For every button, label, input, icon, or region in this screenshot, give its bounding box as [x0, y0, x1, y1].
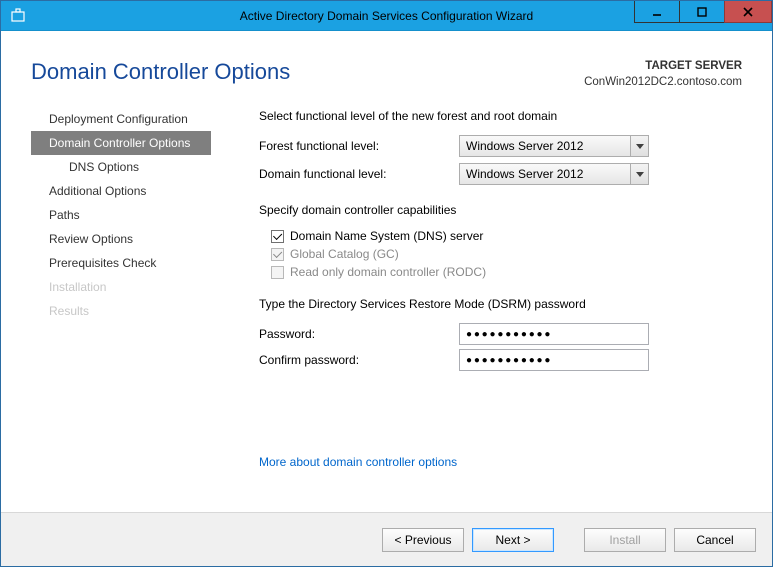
main-panel: Select functional level of the new fores…: [223, 107, 742, 512]
sidebar-item-dns-options[interactable]: DNS Options: [31, 155, 211, 179]
gc-checkbox: [271, 248, 284, 261]
cancel-button[interactable]: Cancel: [674, 528, 756, 552]
domain-level-label: Domain functional level:: [259, 167, 459, 181]
chevron-down-icon: [630, 136, 648, 156]
wizard-footer: < Previous Next > Install Cancel: [1, 512, 772, 566]
chevron-down-icon: [630, 164, 648, 184]
help-link[interactable]: More about domain controller options: [259, 455, 457, 469]
next-button[interactable]: Next >: [472, 528, 554, 552]
sidebar-item-prereq[interactable]: Prerequisites Check: [31, 251, 211, 275]
close-button[interactable]: [724, 1, 772, 23]
forest-level-dropdown[interactable]: Windows Server 2012: [459, 135, 649, 157]
step-sidebar: Deployment Configuration Domain Controll…: [31, 107, 211, 512]
previous-button[interactable]: < Previous: [382, 528, 464, 552]
sidebar-item-additional[interactable]: Additional Options: [31, 179, 211, 203]
sidebar-item-paths[interactable]: Paths: [31, 203, 211, 227]
rodc-checkbox-label: Read only domain controller (RODC): [290, 265, 486, 279]
forest-level-value: Windows Server 2012: [466, 139, 583, 153]
maximize-button[interactable]: [679, 1, 725, 23]
domain-level-value: Windows Server 2012: [466, 167, 583, 181]
window-controls: [635, 1, 772, 23]
app-icon: [9, 7, 27, 25]
content-area: Domain Controller Options TARGET SERVER …: [1, 31, 772, 512]
dsrm-heading: Type the Directory Services Restore Mode…: [259, 297, 742, 311]
forest-level-label: Forest functional level:: [259, 139, 459, 153]
dns-checkbox-label: Domain Name System (DNS) server: [290, 229, 483, 243]
target-server-value: ConWin2012DC2.contoso.com: [584, 75, 742, 91]
sidebar-item-deployment[interactable]: Deployment Configuration: [31, 107, 211, 131]
gc-checkbox-label: Global Catalog (GC): [290, 247, 399, 261]
password-label: Password:: [259, 327, 459, 341]
func-level-heading: Select functional level of the new fores…: [259, 109, 742, 123]
sidebar-item-dc-options[interactable]: Domain Controller Options: [31, 131, 211, 155]
titlebar: Active Directory Domain Services Configu…: [1, 1, 772, 31]
confirm-password-field[interactable]: [459, 349, 649, 371]
domain-level-dropdown[interactable]: Windows Server 2012: [459, 163, 649, 185]
wizard-window: Active Directory Domain Services Configu…: [0, 0, 773, 567]
target-server-label: TARGET SERVER: [584, 59, 742, 75]
sidebar-item-results: Results: [31, 299, 211, 323]
page-title: Domain Controller Options: [31, 59, 290, 85]
install-button: Install: [584, 528, 666, 552]
password-field[interactable]: [459, 323, 649, 345]
confirm-password-label: Confirm password:: [259, 353, 459, 367]
dns-checkbox[interactable]: [271, 230, 284, 243]
sidebar-item-installation: Installation: [31, 275, 211, 299]
sidebar-item-review[interactable]: Review Options: [31, 227, 211, 251]
rodc-checkbox: [271, 266, 284, 279]
minimize-button[interactable]: [634, 1, 680, 23]
target-server-block: TARGET SERVER ConWin2012DC2.contoso.com: [584, 59, 742, 90]
capabilities-heading: Specify domain controller capabilities: [259, 203, 742, 217]
